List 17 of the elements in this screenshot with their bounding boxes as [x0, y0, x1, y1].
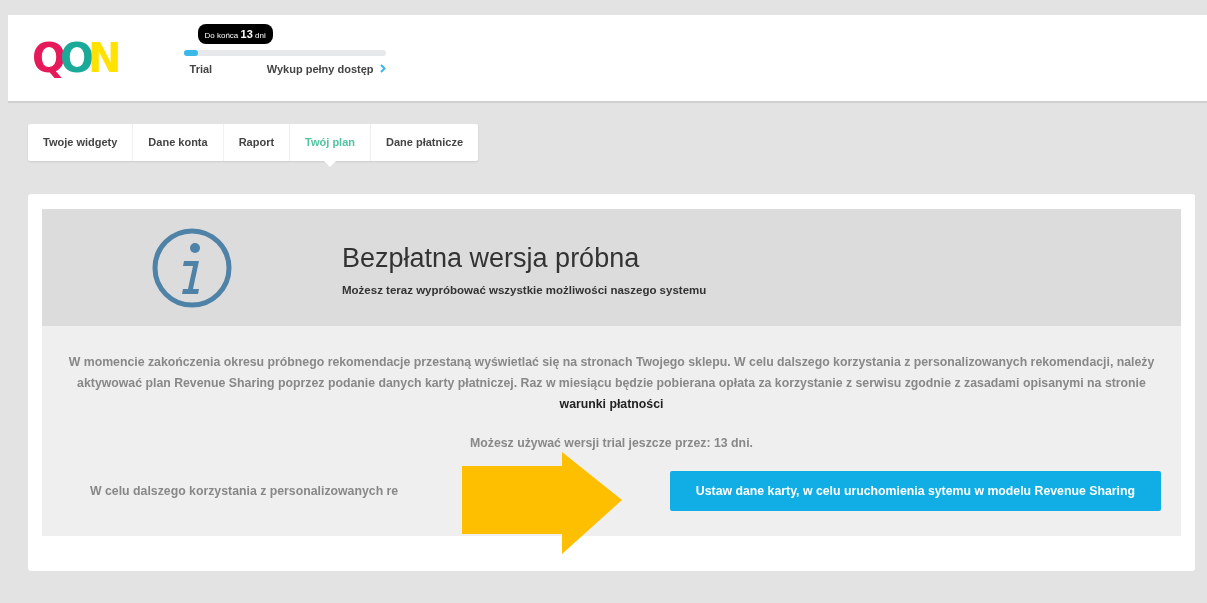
upgrade-link[interactable]: Wykup pełny dostęp	[266, 62, 386, 75]
plan-subtitle: Możesz teraz wypróbować wszystkie możliwości naszego systemu	[342, 284, 707, 296]
chevron-icon	[379, 63, 386, 73]
trial-label: Trial	[188, 62, 213, 75]
days-left-badge: Do końca 13 dni	[197, 23, 273, 44]
plan-description: W momencie zakończenia okresu próbnego rekomendacje przestaną wyświetlać się na stronach Twojego sklepu. W celu dalszego korzystania z personalizowanych rekomendacji, należy aktywować plan Revenue Sharing poprzez podanie danych karty płatniczej. Raz w miesiącu będzie pobierana opłata za korzystanie z serwisu zgodnie z zasadami opisanymi na stronie warunki płatności	[67, 354, 1156, 413]
plan-title: Bezpłatna wersja próbna	[342, 243, 641, 274]
terms-link[interactable]: warunki płatności	[559, 397, 664, 411]
cta-text: W celu dalszego korzystania z personalizowanych re	[90, 484, 399, 498]
nav-tab[interactable]: Raport	[223, 124, 291, 161]
nav-tab[interactable]: Dane płatnicze	[371, 124, 479, 161]
nav-tab[interactable]: Twoje widgety	[28, 124, 134, 161]
info-icon	[151, 226, 233, 309]
trial-remaining-text: Możesz używać wersji trial jeszcze przez: 13 dni.	[469, 436, 754, 450]
arrow-icon	[462, 452, 622, 554]
logo: QON	[32, 35, 116, 81]
nav-tab[interactable]: Dane konta	[133, 124, 224, 161]
